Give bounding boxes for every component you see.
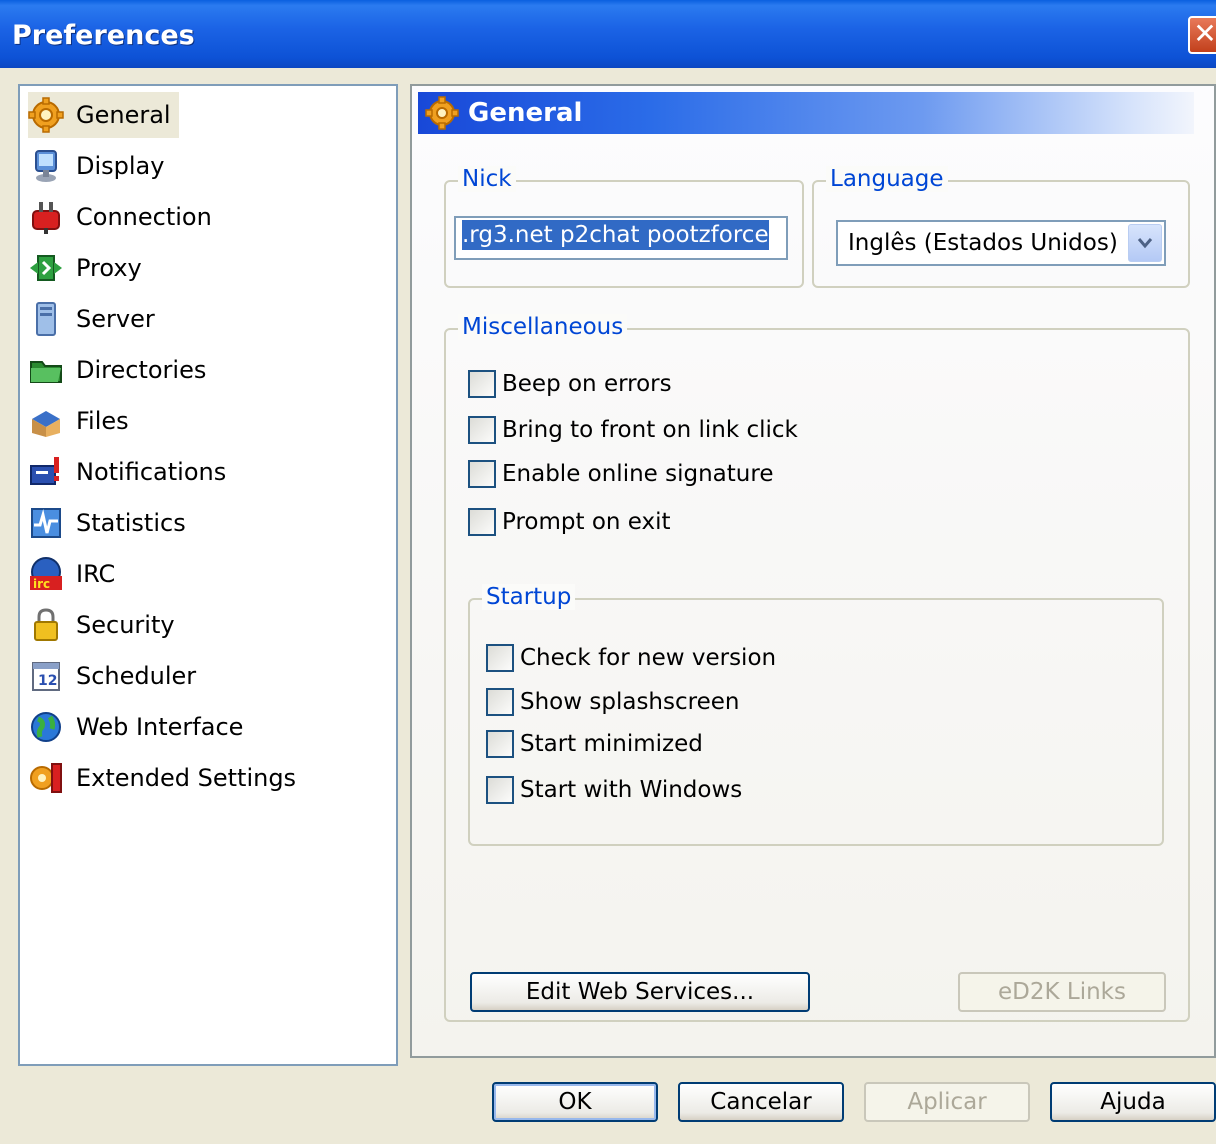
sidebar-item-label: Web Interface (76, 713, 244, 741)
checkbox-box[interactable] (486, 730, 514, 758)
close-button[interactable]: ✕ (1188, 16, 1216, 54)
nick-value: .rg3.net p2chat pootzforce (462, 220, 769, 250)
language-value: Inglês (Estados Unidos) (848, 230, 1118, 256)
start-minimized-checkbox[interactable]: Start minimized (486, 730, 703, 758)
svg-text:12: 12 (38, 673, 57, 689)
checkbox-label: Bring to front on link click (502, 417, 798, 443)
prompt-on-exit-checkbox[interactable]: Prompt on exit (468, 508, 671, 536)
sidebar-item-label: Extended Settings (76, 764, 297, 792)
start-with-windows-checkbox[interactable]: Start with Windows (486, 776, 742, 804)
notification-icon (28, 454, 64, 490)
checkbox-label: Start minimized (520, 731, 703, 757)
language-select[interactable]: Inglês (Estados Unidos) (836, 220, 1166, 266)
checkbox-label: Enable online signature (502, 461, 774, 487)
sidebar-item-scheduler[interactable]: 12 Scheduler (28, 653, 204, 699)
title-bar[interactable]: Preferences ✕ (0, 0, 1216, 68)
online-signature-checkbox[interactable]: Enable online signature (468, 460, 773, 488)
category-list: General Display Connection Proxy Server (18, 84, 398, 1066)
sidebar-item-label: IRC (76, 560, 116, 588)
calendar-icon: 12 (28, 658, 64, 694)
folder-icon (28, 352, 64, 388)
sidebar-item-files[interactable]: Files (28, 398, 137, 444)
checkbox-label: Check for new version (520, 645, 777, 671)
lock-icon (28, 607, 64, 643)
beep-on-errors-checkbox[interactable]: Beep on errors (468, 370, 672, 398)
show-splashscreen-checkbox[interactable]: Show splashscreen (486, 688, 739, 716)
sidebar-item-extended-settings[interactable]: Extended Settings (28, 755, 304, 801)
sidebar-item-connection[interactable]: Connection (28, 194, 220, 240)
sidebar-item-label: Scheduler (76, 662, 197, 690)
panel-header: General (418, 92, 1194, 134)
help-button[interactable]: Ajuda (1050, 1082, 1216, 1122)
server-icon (28, 301, 64, 337)
irc-icon: irc (28, 556, 64, 592)
sidebar-item-label: Server (76, 305, 155, 333)
sidebar-item-label: Files (76, 407, 129, 435)
extended-settings-icon (28, 760, 64, 796)
sidebar-item-web-interface[interactable]: Web Interface (28, 704, 251, 750)
language-dropdown-button[interactable] (1128, 224, 1162, 262)
sidebar-item-label: Display (76, 152, 165, 180)
sidebar-item-security[interactable]: Security (28, 602, 183, 648)
checkbox-box[interactable] (486, 644, 514, 672)
ok-button[interactable]: OK (492, 1082, 658, 1122)
gear-icon (28, 97, 64, 133)
sidebar-item-general[interactable]: General (28, 92, 179, 138)
sidebar-item-label: General (76, 101, 171, 129)
sidebar-item-server[interactable]: Server (28, 296, 163, 342)
cancel-button[interactable]: Cancelar (678, 1082, 844, 1122)
monitor-icon (28, 148, 64, 184)
language-group: Language Inglês (Estados Unidos) (812, 166, 1190, 288)
sidebar-item-label: Directories (76, 356, 207, 384)
checkbox-box[interactable] (486, 776, 514, 804)
gear-icon (424, 95, 460, 137)
sidebar-item-label: Notifications (76, 458, 227, 486)
miscellaneous-group-label: Miscellaneous (458, 314, 628, 340)
checkbox-label: Start with Windows (520, 777, 743, 803)
panel-title: General (468, 98, 583, 128)
language-group-label: Language (826, 166, 948, 192)
miscellaneous-group: Miscellaneous Beep on errors Bring to fr… (444, 314, 1190, 1022)
checkbox-label: Show splashscreen (520, 689, 740, 715)
startup-group: Startup Check for new version Show splas… (468, 584, 1164, 846)
sidebar-item-statistics[interactable]: Statistics (28, 500, 194, 546)
statistics-icon (28, 505, 64, 541)
files-icon (28, 403, 64, 439)
check-new-version-checkbox[interactable]: Check for new version (486, 644, 776, 672)
sidebar-item-display[interactable]: Display (28, 143, 172, 189)
settings-panel: General Nick .rg3.net p2chat pootzforce … (410, 84, 1216, 1058)
plug-icon (28, 199, 64, 235)
edit-web-services-button[interactable]: Edit Web Services... (470, 972, 810, 1012)
sidebar-item-notifications[interactable]: Notifications (28, 449, 234, 495)
bring-to-front-checkbox[interactable]: Bring to front on link click (468, 416, 798, 444)
checkbox-box[interactable] (468, 370, 496, 398)
sidebar-item-irc[interactable]: irc IRC (28, 551, 123, 597)
svg-text:irc: irc (33, 577, 50, 591)
sidebar-item-label: Connection (76, 203, 212, 231)
nick-group: Nick .rg3.net p2chat pootzforce (444, 166, 804, 288)
apply-button[interactable]: Aplicar (864, 1082, 1030, 1122)
startup-group-label: Startup (482, 584, 576, 610)
sidebar-item-label: Security (76, 611, 175, 639)
sidebar-item-label: Proxy (76, 254, 142, 282)
close-icon: ✕ (1193, 17, 1216, 50)
checkbox-box[interactable] (468, 460, 496, 488)
preferences-window: Preferences ✕ General Display Connection (0, 0, 1216, 1144)
window-title: Preferences (12, 20, 195, 51)
chevron-down-icon (1137, 238, 1153, 249)
globe-icon (28, 709, 64, 745)
proxy-icon (28, 250, 64, 286)
checkbox-label: Prompt on exit (502, 509, 671, 535)
checkbox-box[interactable] (486, 688, 514, 716)
nick-input[interactable]: .rg3.net p2chat pootzforce (454, 216, 788, 260)
sidebar-item-label: Statistics (76, 509, 186, 537)
sidebar-item-directories[interactable]: Directories (28, 347, 214, 393)
ed2k-links-button[interactable]: eD2K Links (958, 972, 1166, 1012)
checkbox-box[interactable] (468, 416, 496, 444)
sidebar-item-proxy[interactable]: Proxy (28, 245, 150, 291)
checkbox-label: Beep on errors (502, 371, 672, 397)
nick-group-label: Nick (458, 166, 516, 192)
checkbox-box[interactable] (468, 508, 496, 536)
